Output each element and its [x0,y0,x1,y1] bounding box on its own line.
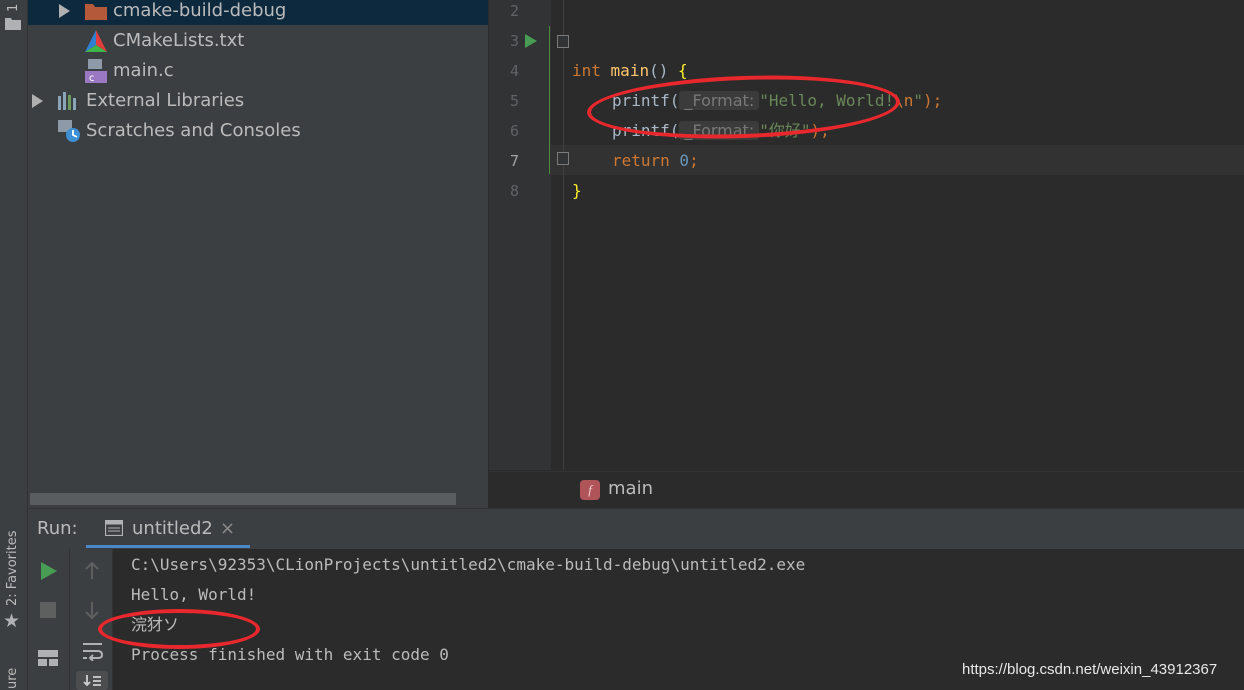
number-token: 0 [669,151,690,170]
svg-text:c: c [89,73,95,83]
fold-start-icon[interactable] [557,35,569,48]
function-badge-icon: f [580,480,600,500]
c-file-icon: c [85,59,107,83]
toolbar-divider [69,549,70,690]
tree-item-label: CMakeLists.txt [113,30,245,51]
tree-item-label: cmake-build-debug [113,0,287,21]
line-number: 7 [509,152,519,170]
tree-item-external-libraries[interactable]: External Libraries [28,86,486,116]
stop-icon[interactable] [40,602,56,618]
folder-icon [5,18,21,30]
horizontal-scrollbar[interactable] [30,493,456,505]
tree-item-label: main.c [113,60,174,81]
project-tool-tab-label: 1 [6,3,21,12]
close-icon[interactable]: × [220,518,235,539]
tree-item-label: External Libraries [86,90,245,111]
console-line: Hello, World! [131,585,257,604]
arrow-up-icon[interactable] [84,562,100,580]
project-tool-tab[interactable]: 1 [3,0,24,34]
left-tool-strip: 1 2: Favorites ★ ure [0,0,28,690]
right-margin-guide [563,0,564,470]
run-tab-label: untitled2 [132,518,213,539]
code-token: ; [689,151,699,170]
breadcrumb-main[interactable]: main [608,478,653,499]
console-line: C:\Users\92353\CLionProjects\untitled2\c… [131,555,806,574]
tree-item-cmakelists[interactable]: CMakeLists.txt [56,26,486,56]
scratches-icon [58,120,80,142]
string-token: " [913,91,923,110]
line-number: 6 [509,122,519,140]
line-number: 5 [509,92,519,110]
rerun-icon[interactable] [41,562,57,580]
tree-item-scratches[interactable]: Scratches and Consoles [28,116,486,146]
folder-icon [85,4,107,20]
arrow-down-icon[interactable] [84,601,100,619]
keyword-token: int [572,61,601,80]
brace-token: } [572,181,582,200]
tree-item-main-c[interactable]: c main.c [56,56,486,86]
tree-item-cmake-build-debug[interactable]: cmake-build-debug [56,0,486,26]
code-token: ); [922,91,943,110]
line-number: 3 [509,32,519,50]
tree-item-label: Scratches and Consoles [86,120,301,141]
watermark: https://blog.csdn.net/weixin_43912367 [962,661,1218,678]
soft-wrap-icon[interactable] [82,641,104,661]
favorites-tool-tab-label: 2: Favorites [5,530,20,606]
line-number: 2 [509,2,519,20]
code-line-7: } [572,146,582,200]
run-tab-untitled2[interactable]: untitled2 × [100,512,250,546]
code-line-3: int main() { [572,26,688,80]
fold-end-icon[interactable] [557,152,569,165]
structure-tool-tab-label: ure [5,667,20,689]
expand-arrow-icon[interactable] [59,4,70,18]
keyword-token: return [612,151,670,170]
line-number: 4 [509,62,519,80]
cmake-icon [85,30,107,52]
editor-breadcrumb-bar [489,471,1244,509]
change-marker [549,26,550,174]
run-panel-title: Run: [37,518,78,539]
run-gutter-icon[interactable] [525,34,537,48]
layout-icon[interactable] [38,650,58,666]
favorites-tool-tab[interactable]: 2: Favorites ★ [0,510,27,635]
active-tab-indicator [86,545,250,548]
expand-arrow-icon[interactable] [32,94,43,108]
library-icon [58,92,76,110]
console-icon [105,520,123,536]
structure-tool-tab[interactable]: ure [0,655,27,690]
line-number: 8 [509,182,519,200]
scroll-to-end-icon [83,675,101,687]
annotation-ellipse-output [98,609,260,649]
scroll-to-end-button[interactable] [76,671,108,690]
star-icon: ★ [3,610,21,632]
